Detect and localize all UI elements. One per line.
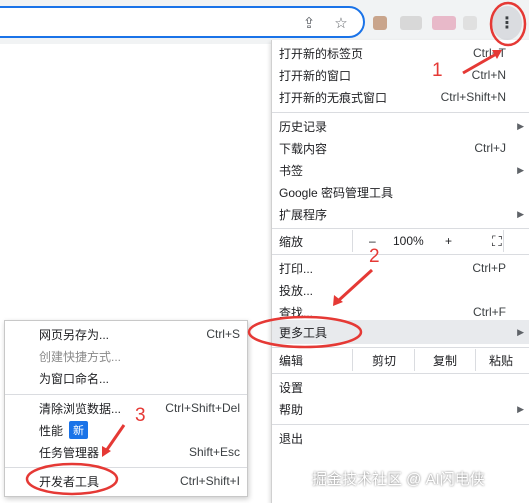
annotation-arrow-2 bbox=[336, 268, 374, 303]
highlight-circle-more-tools bbox=[247, 315, 363, 349]
highlight-circle-dev-tools bbox=[25, 462, 119, 496]
step-number-3: 3 bbox=[135, 405, 146, 426]
annotation-overlay bbox=[25, 1, 527, 496]
step-number-1: 1 bbox=[432, 60, 443, 81]
step-number-2: 2 bbox=[369, 246, 380, 267]
highlight-circle-menu bbox=[489, 1, 527, 47]
annotation-arrow-3 bbox=[104, 424, 126, 452]
annotation-arrow-1 bbox=[462, 51, 499, 75]
watermark: 掘金技术社区 @ AI闪电侠 bbox=[312, 471, 485, 488]
